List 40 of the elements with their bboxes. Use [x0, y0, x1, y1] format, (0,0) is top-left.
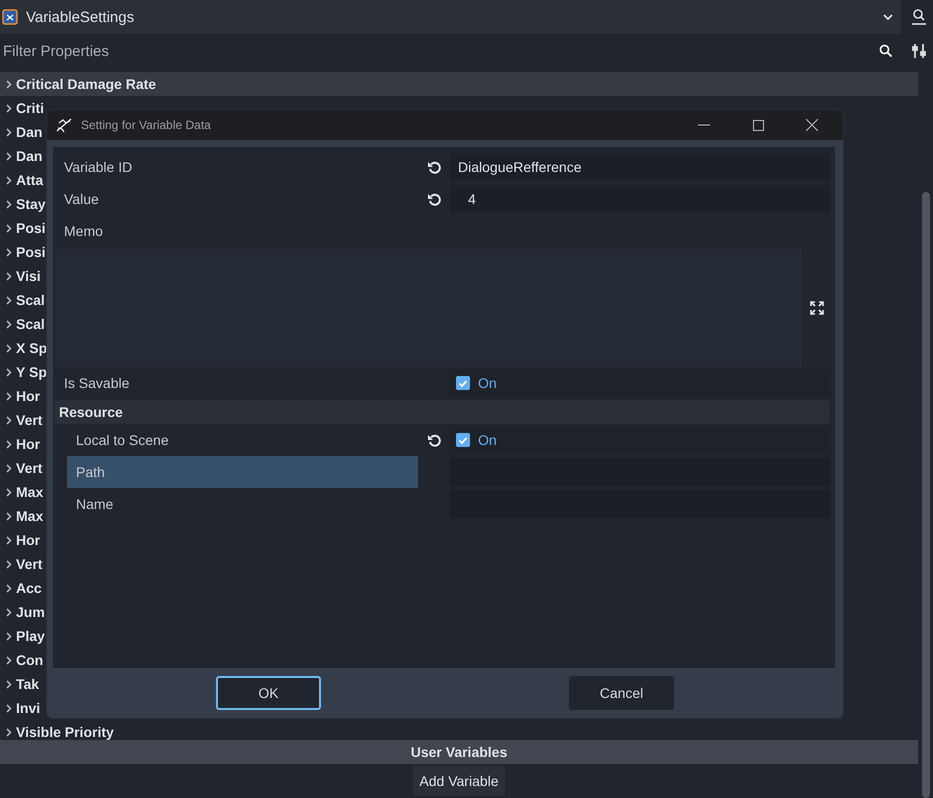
property-label: Dan [16, 124, 42, 140]
field-label: Memo [63, 222, 104, 241]
property-label: Hor [16, 388, 40, 404]
checkbox-label: On [478, 432, 497, 448]
field-label: Local to Scene [75, 431, 170, 450]
property-label: Con [16, 652, 44, 668]
checkbox-label: On [478, 375, 497, 391]
window-title: Setting for Variable Data [81, 118, 212, 132]
field-label: Name [75, 495, 114, 514]
property-label: Hor [16, 436, 40, 452]
property-label: Atta [16, 172, 44, 188]
object-title: VariableSettings [26, 8, 136, 26]
property-label: Y Sp [16, 364, 47, 380]
field-label: Is Savable [63, 374, 130, 393]
property-label: Visible Priority [16, 724, 114, 740]
property-label: Hor [16, 532, 40, 548]
property-label: Criti [16, 100, 44, 116]
property-label: Max [16, 508, 44, 524]
property-label: Posi [16, 244, 46, 260]
property-label: Critical Damage Rate [16, 76, 156, 92]
property-label: Vert [16, 460, 42, 476]
property-label: Jum [16, 604, 45, 620]
field-label: Variable ID [63, 158, 134, 177]
property-label: Dan [16, 148, 42, 164]
property-label: Posi [16, 220, 46, 236]
property-label: Acc [16, 580, 42, 596]
property-label: Stay [16, 196, 46, 212]
property-label: Tak [16, 676, 40, 692]
property-label: Invi [16, 700, 40, 716]
field-label: Value [63, 190, 100, 209]
property-label: Vert [16, 556, 42, 572]
property-label: Max [16, 484, 44, 500]
section-header: User Variables [0, 740, 918, 764]
field-label: Path [67, 456, 418, 488]
property-label: Vert [16, 412, 42, 428]
property-label: Scal [16, 292, 45, 308]
property-label: Play [16, 628, 45, 644]
property-label: X Sp [16, 340, 48, 356]
property-label: Scal [16, 316, 45, 332]
property-label: Visi [16, 268, 41, 284]
